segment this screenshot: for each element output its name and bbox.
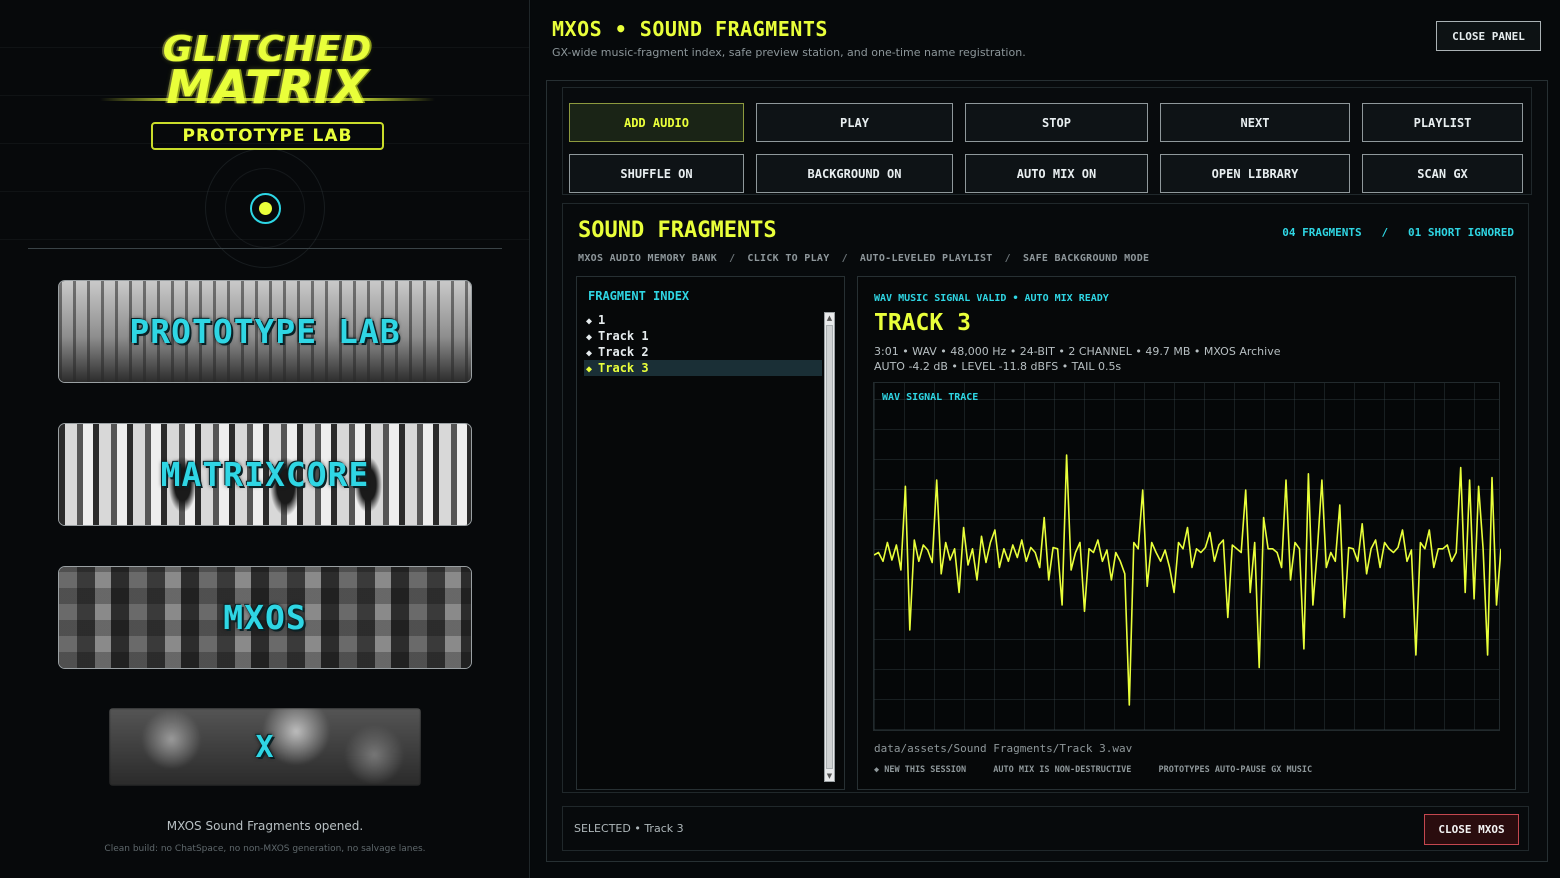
auto-mix-toggle-button[interactable]: AUTO MIX ON	[965, 154, 1148, 193]
list-item[interactable]: ◆ Track 2	[584, 344, 822, 360]
stop-button[interactable]: STOP	[965, 103, 1148, 142]
selected-track-name: Track 3	[644, 822, 684, 835]
content-frame: ADD AUDIO PLAY STOP NEXT PLAYLIST SHUFFL…	[546, 80, 1548, 862]
sound-fragments-panel: SOUND FRAGMENTS 04 FRAGMENTS / 01 SHORT …	[562, 203, 1529, 793]
scroll-up-icon[interactable]: ▲	[825, 313, 834, 323]
track-file-path: data/assets/Sound Fragments/Track 3.wav	[874, 742, 1133, 755]
crumb: MXOS AUDIO MEMORY BANK	[578, 253, 718, 264]
sidebar-divider	[28, 248, 502, 249]
footer-bar: SELECTED • Track 3 CLOSE MXOS	[562, 806, 1529, 851]
nav-card-label: MATRIXCORE	[160, 455, 370, 494]
next-button[interactable]: NEXT	[1160, 103, 1350, 142]
page-title: MXOS • SOUND FRAGMENTS	[552, 17, 828, 41]
note-new-session: ◆ NEW THIS SESSION	[874, 765, 967, 775]
crumb: CLICK TO PLAY	[747, 253, 830, 264]
fragment-list-scrollbar[interactable]: ▲ ▼	[824, 312, 835, 782]
waveform-chart	[874, 454, 1501, 706]
sidebar-status-text: MXOS Sound Fragments opened.	[166, 819, 364, 833]
nav-card-label: PROTOTYPE LAB	[129, 312, 401, 351]
diamond-icon: ◆	[586, 364, 593, 375]
track-meta-line: 3:01 • WAV • 48,000 Hz • 24-BIT • 2 CHAN…	[874, 345, 1281, 358]
selected-track-status: SELECTED • Track 3	[574, 822, 684, 835]
toolbar: ADD AUDIO PLAY STOP NEXT PLAYLIST SHUFFL…	[562, 87, 1532, 195]
list-item-label: Track 3	[598, 361, 649, 375]
shuffle-toggle-button[interactable]: SHUFFLE ON	[569, 154, 744, 193]
list-item-label: Track 1	[598, 329, 649, 343]
main-panel: MXOS • SOUND FRAGMENTS GX-wide music-fra…	[531, 0, 1560, 878]
fragment-list: ◆ 1 ◆ Track 1 ◆ Track 2 ◆ Track 3	[584, 312, 822, 376]
trace-label: WAV SIGNAL TRACE	[882, 392, 979, 403]
diamond-icon: ◆	[586, 316, 593, 327]
add-audio-button[interactable]: ADD AUDIO	[569, 103, 744, 142]
fragment-index-box: FRAGMENT INDEX ◆ 1 ◆ Track 1 ◆ Track 2 ◆ Tra…	[576, 276, 845, 790]
logo-glitch-bar	[100, 98, 435, 101]
play-button[interactable]: PLAY	[756, 103, 953, 142]
diamond-icon: ◆	[586, 348, 593, 359]
track-title: TRACK 3	[874, 310, 971, 336]
close-panel-button[interactable]: CLOSE PANEL	[1436, 21, 1541, 51]
logo-subtitle: PROTOTYPE LAB	[150, 122, 385, 150]
waveform-line	[874, 454, 1501, 706]
scroll-down-icon[interactable]: ▼	[825, 771, 834, 781]
fragment-index-title: FRAGMENT INDEX	[588, 289, 690, 303]
signal-trace-box: WAV SIGNAL TRACE	[873, 382, 1501, 731]
track-meta: 3:01 • WAV • 48,000 Hz • 24-BIT • 2 CHAN…	[874, 344, 1280, 374]
crumb: SAFE BACKGROUND MODE	[1022, 253, 1150, 264]
nav-card-label: X	[255, 729, 275, 765]
background-toggle-button[interactable]: BACKGROUND ON	[756, 154, 953, 193]
target-dot-icon	[250, 193, 281, 224]
fragments-title: SOUND FRAGMENTS	[578, 218, 777, 243]
fragment-detail-box: WAV MUSIC SIGNAL VALID • AUTO MIX READY …	[857, 276, 1516, 790]
scrollbar-thumb[interactable]	[826, 325, 833, 769]
fragments-counts: 04 FRAGMENTS / 01 SHORT IGNORED	[1282, 226, 1514, 239]
nav-card-mxos[interactable]: MXOS	[58, 566, 472, 669]
fragments-breadcrumb: MXOS AUDIO MEMORY BANK / CLICK TO PLAY / AUT…	[578, 253, 1150, 264]
nav-card-label: MXOS	[223, 598, 307, 637]
close-mxos-button[interactable]: CLOSE MXOS	[1424, 814, 1519, 845]
list-item-selected[interactable]: ◆ Track 3	[584, 360, 822, 376]
list-item-label: 1	[598, 313, 606, 327]
page-subtitle: GX-wide music-fragment index, safe previ…	[552, 46, 1026, 59]
nav-card-prototype-lab[interactable]: PROTOTYPE LAB	[58, 280, 472, 383]
playlist-button[interactable]: PLAYLIST	[1362, 103, 1523, 142]
sidebar: GLITCHED MATRIX PROTOTYPE LAB PROTOTYPE …	[0, 0, 530, 878]
nav-card-matrixcore[interactable]: MATRIXCORE	[58, 423, 472, 526]
note-auto-mix: AUTO MIX IS NON-DESTRUCTIVE	[993, 765, 1132, 775]
note-auto-pause: PROTOTYPES AUTO-PAUSE GX MUSIC	[1158, 765, 1313, 775]
diamond-icon: ◆	[586, 332, 593, 343]
crumb: AUTO-LEVELED PLAYLIST	[859, 253, 993, 264]
signal-status: WAV MUSIC SIGNAL VALID • AUTO MIX READY	[874, 293, 1109, 304]
scan-gx-button[interactable]: SCAN GX	[1362, 154, 1523, 193]
track-meta-line: AUTO -4.2 dB • LEVEL -11.8 dBFS • TAIL 0…	[874, 360, 1122, 373]
list-item[interactable]: ◆ Track 1	[584, 328, 822, 344]
list-item[interactable]: ◆ 1	[584, 312, 822, 328]
sidebar-build-note: Clean build: no ChatSpace, no non-MXOS g…	[104, 844, 426, 854]
glitched-matrix-logo: GLITCHED MATRIX PROTOTYPE LAB	[100, 28, 435, 158]
logo-line-2: MATRIX	[166, 60, 369, 114]
track-notes: ◆ NEW THIS SESSION AUTO MIX IS NON-DESTR…	[874, 765, 1334, 775]
nav-card-x[interactable]: X	[109, 708, 421, 786]
open-library-button[interactable]: OPEN LIBRARY	[1160, 154, 1350, 193]
list-item-label: Track 2	[598, 345, 649, 359]
